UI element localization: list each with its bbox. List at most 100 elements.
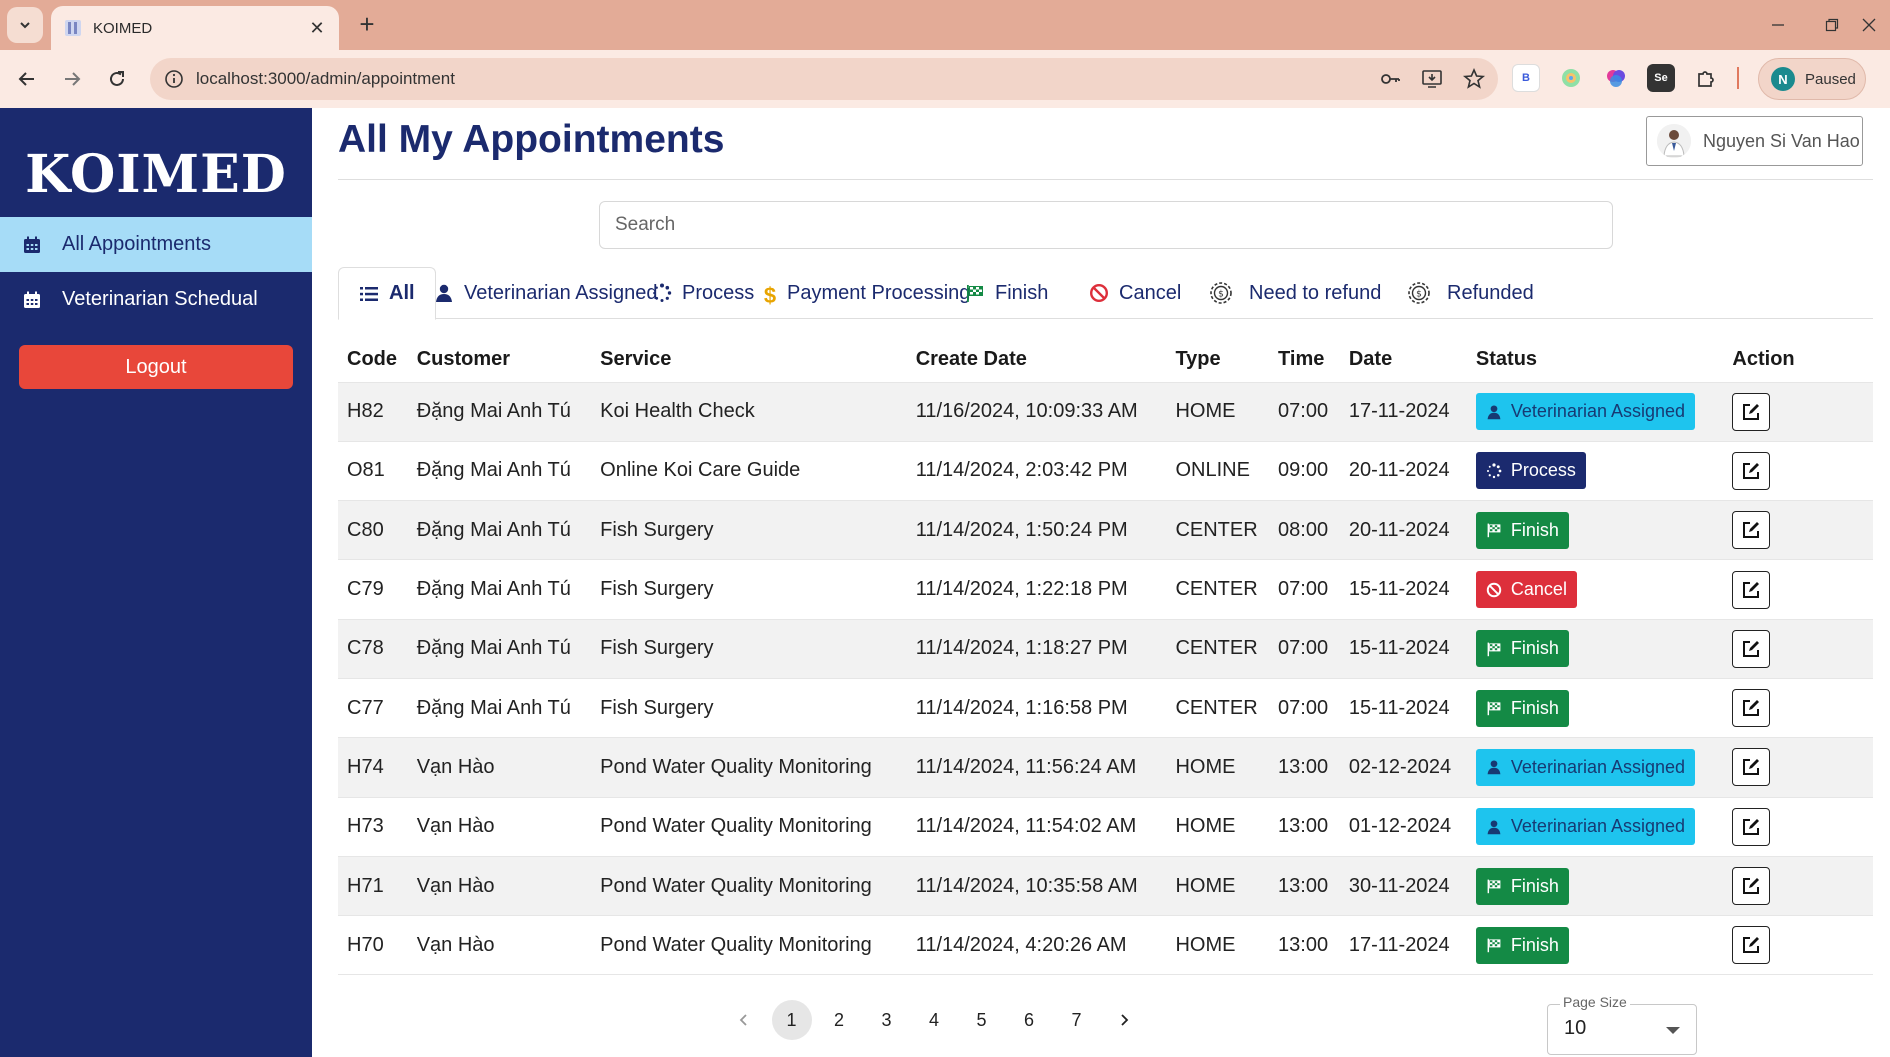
logout-button[interactable]: Logout bbox=[19, 345, 293, 389]
page-number-button[interactable]: 2 bbox=[819, 1000, 859, 1040]
header-divider bbox=[338, 179, 1873, 180]
refund-coin-icon: $ bbox=[1210, 282, 1232, 304]
sidebar-item-veterinarian-schedual[interactable]: Veterinarian Schedual bbox=[0, 272, 312, 327]
site-info-icon[interactable] bbox=[164, 69, 184, 89]
cell-time: 13:00 bbox=[1269, 737, 1340, 798]
tab-search-button[interactable] bbox=[7, 7, 43, 43]
install-app-icon[interactable] bbox=[1420, 67, 1444, 91]
brand-logo[interactable]: KOIMED bbox=[0, 144, 312, 205]
selenium-extension-icon[interactable]: Se bbox=[1647, 64, 1675, 92]
edit-appointment-button[interactable] bbox=[1732, 570, 1771, 609]
extensions-puzzle-icon[interactable] bbox=[1692, 64, 1720, 92]
user-menu-button[interactable]: Nguyen Si Van Hao bbox=[1646, 116, 1863, 166]
forward-button[interactable] bbox=[55, 62, 89, 96]
close-tab-icon[interactable]: ✕ bbox=[307, 18, 327, 39]
tab-refunded[interactable]: $ Refunded bbox=[1407, 267, 1534, 319]
table-row[interactable]: C79 Đặng Mai Anh Tú Fish Surgery 11/14/2024… bbox=[338, 559, 1873, 620]
ban-icon bbox=[1089, 283, 1109, 303]
cell-date: 15-11-2024 bbox=[1339, 618, 1467, 679]
page-number-button[interactable]: 7 bbox=[1057, 1000, 1097, 1040]
next-page-button[interactable] bbox=[1104, 1000, 1144, 1040]
user-icon bbox=[1487, 405, 1501, 419]
table-row[interactable]: C78 Đặng Mai Anh Tú Fish Surgery 11/14/2024… bbox=[338, 618, 1873, 679]
cell-action bbox=[1723, 737, 1873, 798]
status-badge: Finish bbox=[1475, 630, 1569, 668]
password-key-icon[interactable] bbox=[1378, 67, 1402, 91]
edit-appointment-button[interactable] bbox=[1732, 511, 1771, 550]
browser-tab[interactable]: KOIMED ✕ bbox=[51, 6, 339, 50]
edit-appointment-button[interactable] bbox=[1732, 807, 1771, 846]
table-row[interactable]: H82 Đặng Mai Anh Tú Koi Health Check 11/16/… bbox=[338, 381, 1873, 442]
column-header-customer[interactable]: Customer bbox=[408, 337, 591, 382]
column-header-create-date[interactable]: Create Date bbox=[907, 337, 1167, 382]
page-size-select[interactable]: Page Size 10 bbox=[1547, 994, 1697, 1055]
cell-time: 13:00 bbox=[1269, 855, 1340, 916]
close-window-button[interactable] bbox=[1852, 10, 1886, 40]
edit-icon bbox=[1743, 937, 1760, 954]
tab-all[interactable]: All bbox=[338, 267, 436, 320]
column-header-service[interactable]: Service bbox=[591, 337, 907, 382]
svg-text:$: $ bbox=[1416, 290, 1422, 300]
cell-customer: Đặng Mai Anh Tú bbox=[407, 381, 592, 442]
table-row[interactable]: H70 Vạn Hào Pond Water Quality Monitoring 1… bbox=[338, 915, 1873, 976]
cell-status: Finish bbox=[1466, 618, 1724, 679]
table-row[interactable]: H73 Vạn Hào Pond Water Quality Monitoring 1… bbox=[338, 796, 1873, 857]
table-row[interactable]: H71 Vạn Hào Pond Water Quality Monitoring 1… bbox=[338, 855, 1873, 916]
search-input[interactable] bbox=[599, 201, 1613, 249]
page-number-button[interactable]: 5 bbox=[962, 1000, 1002, 1040]
tab-cancel[interactable]: Cancel bbox=[1089, 267, 1181, 319]
cell-date: 15-11-2024 bbox=[1339, 559, 1467, 620]
url-text[interactable]: localhost:3000/admin/appointment bbox=[196, 69, 455, 89]
edit-appointment-button[interactable] bbox=[1732, 451, 1771, 490]
page-number-button[interactable]: 3 bbox=[867, 1000, 907, 1040]
tab-need-to-refund[interactable]: $ Need to refund bbox=[1209, 267, 1381, 319]
bookmark-star-icon[interactable] bbox=[1462, 67, 1486, 91]
column-header-time[interactable]: Time bbox=[1269, 337, 1340, 382]
column-header-type[interactable]: Type bbox=[1166, 337, 1269, 382]
new-tab-button[interactable]: + bbox=[352, 10, 382, 40]
tab-process[interactable]: Process bbox=[652, 267, 754, 319]
svg-text:$: $ bbox=[1218, 290, 1224, 300]
restore-window-button[interactable] bbox=[1812, 10, 1852, 40]
colorful-extension-icon[interactable] bbox=[1557, 64, 1585, 92]
tab-payment-processing[interactable]: $ Payment Processing bbox=[763, 267, 971, 319]
column-header-status[interactable]: Status bbox=[1467, 337, 1724, 382]
profile-button[interactable]: N Paused bbox=[1758, 58, 1866, 100]
status-badge-label: Veterinarian Assigned bbox=[1510, 756, 1686, 777]
column-header-date[interactable]: Date bbox=[1340, 337, 1467, 382]
tab-veterinarian-assigned[interactable]: Veterinarian Assigned bbox=[434, 267, 657, 319]
status-badge-label: Veterinarian Assigned bbox=[1510, 816, 1686, 837]
extensions-area: B Se bbox=[1512, 64, 1739, 92]
edit-appointment-button[interactable] bbox=[1732, 748, 1771, 787]
address-bar[interactable]: localhost:3000/admin/appointment bbox=[150, 58, 1498, 100]
cell-code: C80 bbox=[338, 500, 408, 560]
page-size-label: Page Size bbox=[1560, 994, 1630, 1010]
edit-appointment-button[interactable] bbox=[1732, 867, 1771, 906]
avatar bbox=[1657, 124, 1691, 158]
column-header-code[interactable]: Code bbox=[338, 337, 408, 382]
table-row[interactable]: H74 Vạn Hào Pond Water Quality Monitoring 1… bbox=[338, 737, 1873, 798]
table-row[interactable]: C80 Đặng Mai Anh Tú Fish Surgery 11/14/2024… bbox=[338, 500, 1873, 560]
brain-extension-icon[interactable] bbox=[1602, 64, 1630, 92]
previous-page-button[interactable] bbox=[724, 1000, 764, 1040]
page-number-button[interactable]: 6 bbox=[1009, 1000, 1049, 1040]
table-row[interactable]: O81 Đặng Mai Anh Tú Online Koi Care Guide 1… bbox=[338, 440, 1873, 501]
minimize-icon bbox=[1772, 24, 1784, 26]
tab-finish[interactable]: Finish bbox=[965, 267, 1048, 319]
sidebar-item-all-appointments[interactable]: All Appointments bbox=[0, 217, 312, 272]
edit-appointment-button[interactable] bbox=[1732, 689, 1771, 728]
edit-appointment-button[interactable] bbox=[1732, 629, 1771, 668]
status-badge-label: Finish bbox=[1510, 875, 1559, 896]
reload-button[interactable] bbox=[100, 62, 134, 96]
cell-status: Finish bbox=[1466, 500, 1724, 560]
table-row[interactable]: C77 Đặng Mai Anh Tú Fish Surgery 11/14/2024… bbox=[338, 677, 1873, 738]
bing-extension-icon[interactable]: B bbox=[1512, 64, 1540, 92]
edit-appointment-button[interactable] bbox=[1732, 392, 1771, 431]
page-number-button[interactable]: 4 bbox=[914, 1000, 954, 1040]
list-icon bbox=[360, 286, 378, 301]
edit-icon bbox=[1743, 403, 1760, 420]
page-number-button[interactable]: 1 bbox=[771, 1000, 812, 1040]
back-button[interactable] bbox=[10, 62, 44, 96]
edit-appointment-button[interactable] bbox=[1732, 926, 1771, 965]
minimize-window-button[interactable] bbox=[1758, 10, 1798, 40]
